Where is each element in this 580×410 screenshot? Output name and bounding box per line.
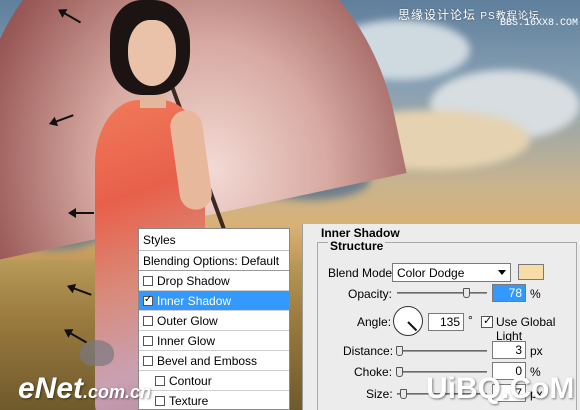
style-item-contour[interactable]: Contour bbox=[139, 371, 289, 391]
style-item-label: Inner Shadow bbox=[157, 293, 232, 308]
style-item-outer-glow[interactable]: Outer Glow bbox=[139, 311, 289, 331]
size-slider-handle[interactable] bbox=[400, 389, 407, 399]
distance-input[interactable]: 3 bbox=[492, 341, 526, 359]
use-global-light-checkbox[interactable] bbox=[481, 314, 493, 328]
opacity-input[interactable]: 78 bbox=[492, 284, 526, 302]
blend-mode-select[interactable]: Color Dodge bbox=[392, 263, 511, 282]
watermark-url: BBS.16XX8.COM bbox=[500, 18, 579, 29]
watermark-line1: 思缘设计论坛 bbox=[398, 8, 477, 22]
style-item-label: Drop Shadow bbox=[157, 273, 230, 288]
size-label: Size: bbox=[366, 387, 393, 401]
angle-input[interactable]: 135 bbox=[428, 313, 464, 331]
opacity-label: Opacity: bbox=[348, 287, 393, 301]
texture-checkbox[interactable] bbox=[155, 395, 165, 406]
angle-dial[interactable] bbox=[393, 306, 423, 336]
woman-face bbox=[128, 20, 176, 86]
arrow-icon bbox=[68, 208, 94, 218]
style-item-drop-shadow[interactable]: Drop Shadow bbox=[139, 271, 289, 291]
use-global-light-label: Use Global Light bbox=[496, 315, 556, 343]
style-item-label: Texture bbox=[169, 393, 209, 408]
outer-glow-checkbox[interactable] bbox=[143, 315, 153, 326]
blending-options[interactable]: Blending Options: Default bbox=[139, 251, 289, 271]
watermark-enet: eNet.com.cn bbox=[18, 372, 151, 406]
watermark-uibq: UiBQ.CoM bbox=[426, 372, 575, 405]
styles-title[interactable]: Styles bbox=[139, 229, 289, 251]
shadow-color-swatch[interactable] bbox=[518, 264, 544, 280]
style-item-texture[interactable]: Texture bbox=[139, 391, 289, 410]
distance-label: Distance: bbox=[343, 344, 394, 358]
panel-title: Inner Shadow bbox=[321, 226, 400, 240]
watermark-enet-main: eNet bbox=[18, 372, 84, 405]
style-item-label: Outer Glow bbox=[157, 313, 218, 328]
contour-checkbox[interactable] bbox=[155, 375, 165, 386]
butterfly-icon bbox=[80, 340, 114, 366]
inner-glow-checkbox[interactable] bbox=[143, 335, 153, 346]
style-item-inner-glow[interactable]: Inner Glow bbox=[139, 331, 289, 351]
opacity-slider[interactable] bbox=[397, 292, 487, 294]
drop-shadow-checkbox[interactable] bbox=[143, 275, 153, 286]
style-item-inner-shadow[interactable]: Inner Shadow bbox=[139, 291, 289, 311]
distance-slider-handle[interactable] bbox=[396, 346, 403, 356]
choke-label: Choke: bbox=[354, 365, 393, 379]
style-item-label: Contour bbox=[169, 373, 212, 388]
style-item-label: Inner Glow bbox=[157, 333, 216, 348]
opacity-unit: % bbox=[530, 287, 541, 301]
distance-slider[interactable] bbox=[397, 350, 487, 352]
blend-mode-label: Blend Mode: bbox=[328, 266, 396, 280]
choke-slider-handle[interactable] bbox=[396, 367, 403, 377]
angle-label: Angle: bbox=[357, 315, 392, 329]
structure-title: Structure bbox=[328, 239, 386, 253]
style-item-label: Bevel and Emboss bbox=[157, 353, 258, 368]
angle-unit: ° bbox=[468, 313, 473, 327]
style-item-bevel-emboss[interactable]: Bevel and Emboss bbox=[139, 351, 289, 371]
styles-panel: Styles Blending Options: Default Drop Sh… bbox=[138, 228, 290, 410]
distance-unit: px bbox=[530, 344, 543, 358]
opacity-slider-handle[interactable] bbox=[463, 288, 471, 298]
bevel-emboss-checkbox[interactable] bbox=[143, 355, 153, 366]
chevron-down-icon bbox=[498, 270, 506, 275]
inner-shadow-checkbox[interactable] bbox=[143, 294, 153, 306]
watermark-enet-domain: .com.cn bbox=[83, 382, 152, 402]
blend-mode-value: Color Dodge bbox=[397, 266, 465, 280]
